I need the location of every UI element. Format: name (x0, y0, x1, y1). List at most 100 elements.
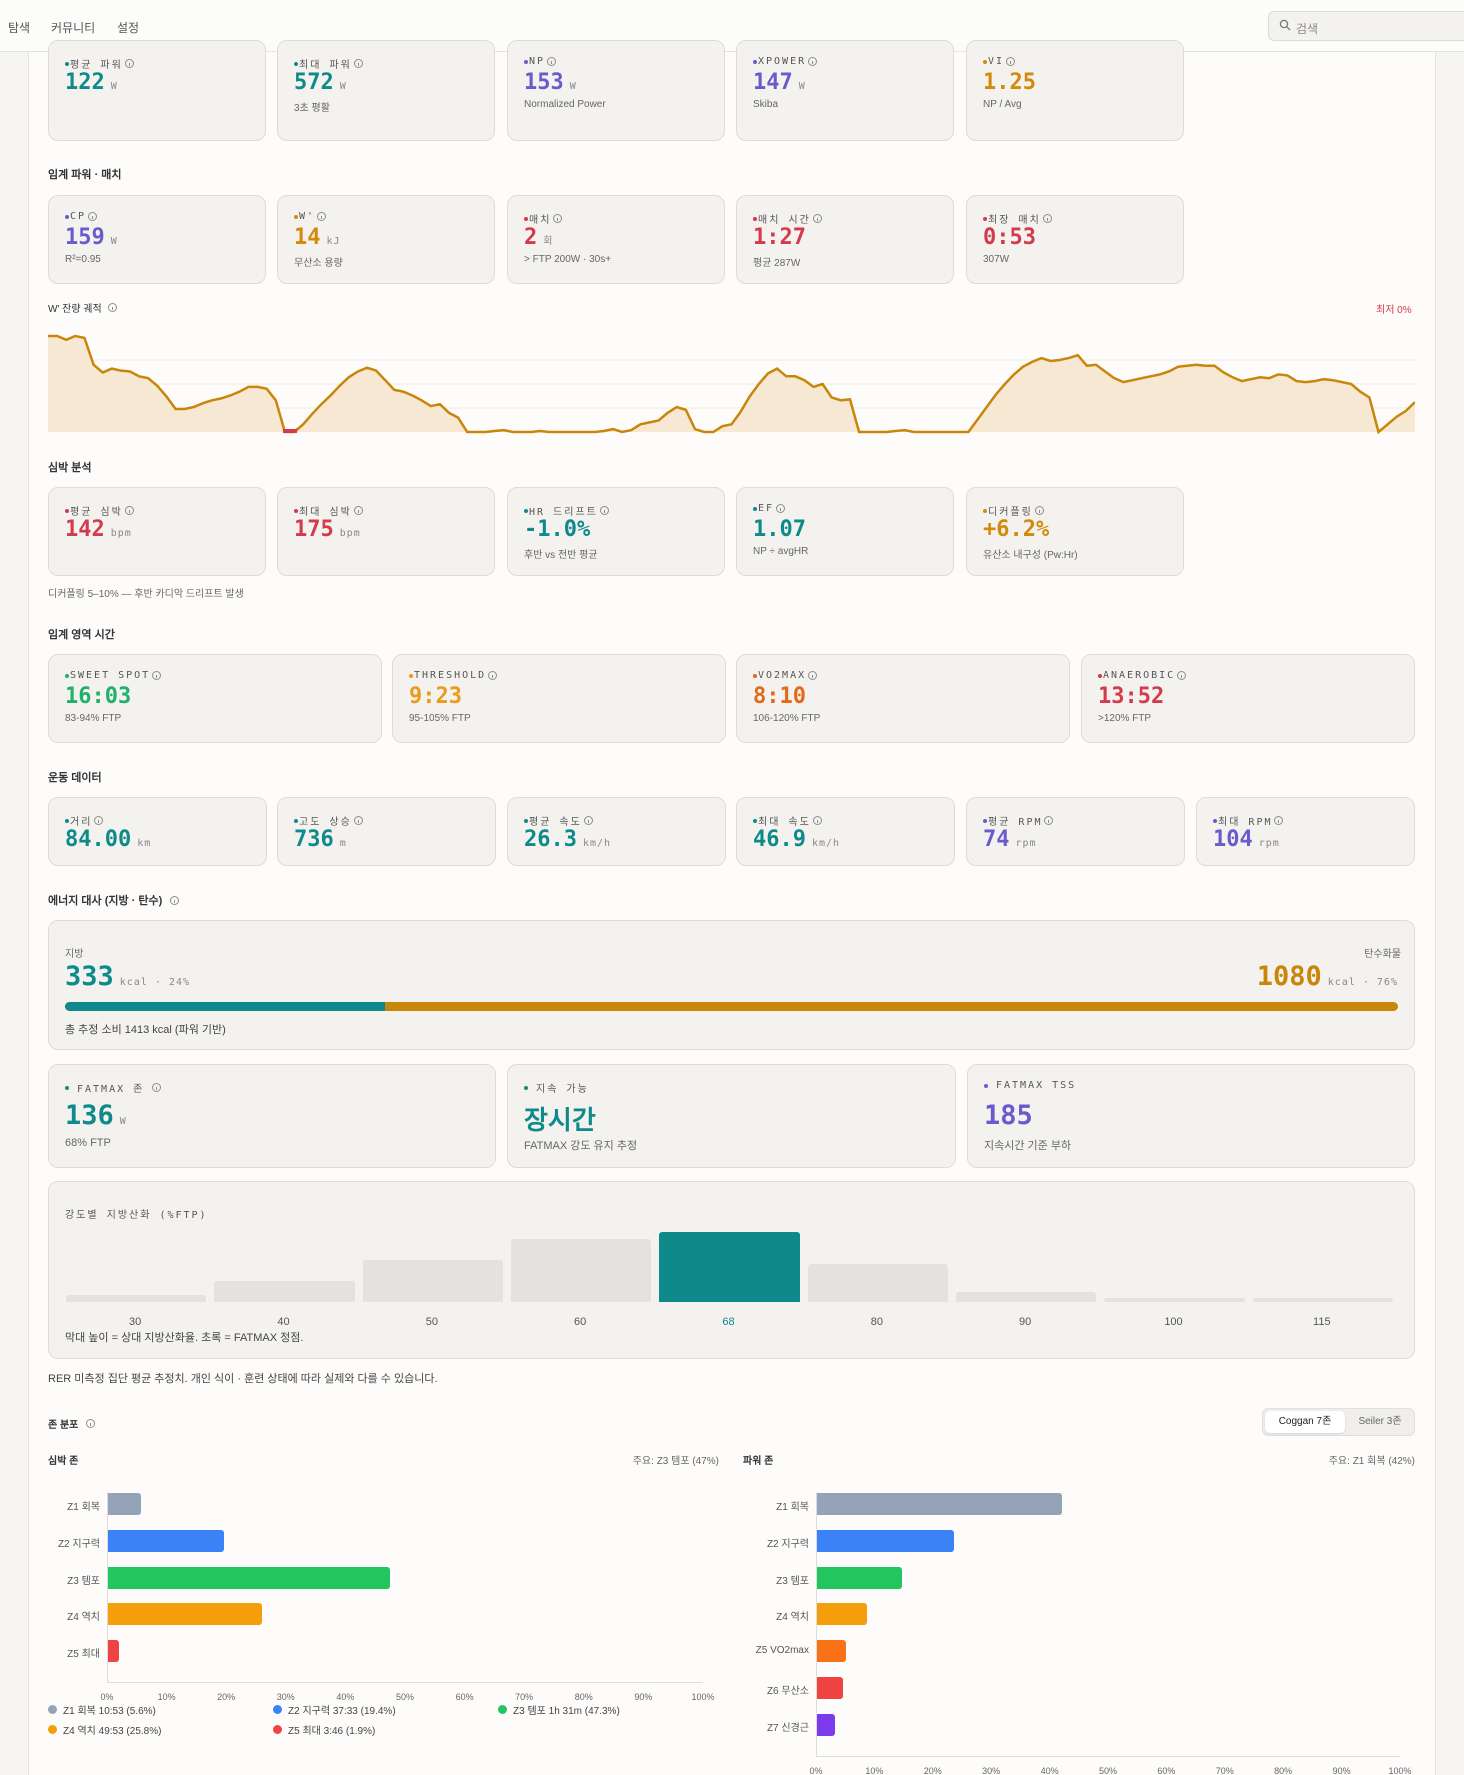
metric-label: XPOWER (753, 56, 818, 67)
metric-number: 74 (983, 827, 1010, 852)
info-icon[interactable] (1274, 816, 1284, 825)
info-icon[interactable] (86, 1419, 96, 1428)
wbal-chart (48, 334, 1415, 434)
legend-item: Z2 지구력 37:33 (19.4%) (273, 1702, 396, 1717)
info-icon[interactable] (353, 59, 363, 68)
metric-label: THRESHOLD (409, 670, 498, 681)
info-icon[interactable] (488, 671, 498, 680)
metric-label: ANAEROBIC (1098, 670, 1187, 681)
metric-label: 매치 (524, 211, 563, 226)
search-icon (1279, 19, 1291, 31)
info-icon[interactable] (107, 303, 117, 312)
info-icon[interactable] (583, 816, 593, 825)
metric-value: 159 W (65, 225, 118, 250)
zone-label: Z3 템포 (776, 1575, 809, 1587)
oxidation-tick-label: 90 (1019, 1316, 1032, 1328)
workout-card: 고도 상승 736 m (277, 797, 496, 866)
metric-value: 1.25 (983, 70, 1036, 95)
info-icon[interactable] (808, 671, 818, 680)
toggle-seiler[interactable]: Seiler 3존 (1345, 1411, 1415, 1433)
status-dot (294, 214, 298, 219)
info-icon[interactable] (1177, 671, 1187, 680)
x-tick-label: 30% (982, 1765, 1001, 1775)
info-icon[interactable] (808, 57, 818, 66)
info-icon[interactable] (812, 214, 822, 223)
metric-label: 거리 (65, 813, 104, 828)
metric-value: 175 bpm (294, 517, 361, 542)
info-icon[interactable] (94, 816, 104, 825)
info-icon[interactable] (170, 895, 180, 905)
carb-value: 1080 kcal · 76% (1256, 961, 1398, 992)
info-icon[interactable] (317, 212, 327, 221)
info-icon[interactable] (353, 816, 363, 825)
metric-label: VI (983, 56, 1016, 67)
zone-time-card: SWEET SPOT 16:03 83-94% FTP (48, 654, 382, 743)
info-icon[interactable] (547, 57, 557, 66)
hr-card: 최대 심박 175 bpm (277, 487, 495, 576)
hr-card: EF 1.07 NP ÷ avgHR (736, 487, 954, 576)
metric-label: 디커플링 (983, 503, 1044, 518)
info-icon[interactable] (88, 212, 98, 221)
status-dot (65, 818, 69, 823)
legend-item: Z5 최대 3:46 (1.9%) (273, 1722, 375, 1737)
metric-subtext: 95-105% FTP (409, 713, 471, 724)
info-icon[interactable] (152, 1083, 162, 1092)
metric-number: 46.9 (753, 827, 806, 852)
legend-text: Z2 지구력 37:33 (19.4%) (288, 1706, 396, 1717)
zone-label: Z3 템포 (67, 1575, 100, 1587)
search-input[interactable]: 검색 (1268, 11, 1464, 41)
nav-community[interactable]: 커뮤니티 (51, 19, 95, 36)
metric-number: 2 (524, 225, 538, 250)
info-icon[interactable] (124, 59, 134, 68)
metric-label-text: 최대 심박 (299, 507, 352, 518)
metric-label: 매치 시간 (753, 211, 822, 226)
zone-label: Z4 역치 (776, 1612, 809, 1624)
info-icon[interactable] (124, 506, 134, 515)
wbal-title: W' 잔량 궤적 (48, 300, 117, 315)
status-dot (409, 673, 413, 678)
metric-label-text: SWEET SPOT (70, 670, 151, 681)
metric-value: 572 W (294, 70, 347, 95)
info-icon[interactable] (1034, 506, 1044, 515)
info-icon[interactable] (353, 506, 363, 515)
metric-subtext: Normalized Power (524, 99, 606, 110)
info-icon[interactable] (599, 506, 609, 515)
metric-number: 122 (65, 70, 105, 95)
metric-label-text: EF (758, 503, 775, 514)
x-tick-label: 60% (455, 1692, 474, 1702)
status-dot (65, 508, 69, 513)
legend-text: Z1 회복 10:53 (5.6%) (63, 1706, 156, 1717)
x-axis-line (107, 1682, 703, 1683)
metric-subtext: 83-94% FTP (65, 713, 122, 724)
metric-unit: bpm (110, 528, 132, 539)
zone-time-card: ANAEROBIC 13:52 >120% FTP (1081, 654, 1415, 743)
metric-label-text: 매치 시간 (758, 215, 811, 226)
info-icon[interactable] (553, 214, 563, 223)
metric-value: 84.00 km (65, 827, 151, 852)
nav-settings[interactable]: 설정 (117, 19, 139, 36)
info-icon[interactable] (1006, 57, 1016, 66)
metric-label-text: 최장 매치 (988, 215, 1041, 226)
metric-number: 8:10 (753, 684, 806, 709)
info-icon[interactable] (776, 504, 786, 513)
info-icon[interactable] (1044, 816, 1054, 825)
metric-subtext: 무산소 용량 (294, 258, 343, 269)
metric-subtext: R²=0.95 (65, 254, 101, 265)
info-icon[interactable] (1042, 214, 1052, 223)
status-dot (294, 61, 298, 66)
info-icon[interactable] (152, 671, 162, 680)
x-tick-label: 80% (1274, 1765, 1293, 1775)
nav-explore[interactable]: 탐색 (8, 19, 30, 36)
x-tick-label: 10% (865, 1765, 884, 1775)
info-icon[interactable] (812, 816, 822, 825)
zone-label: Z2 지구력 (766, 1538, 809, 1550)
oxidation-title: 강도별 지방산화 (%FTP) (65, 1210, 208, 1221)
power-card: VI 1.25 NP / Avg (966, 40, 1184, 141)
metric-value: 1:27 (753, 225, 806, 250)
toggle-coggan[interactable]: Coggan 7존 (1265, 1411, 1345, 1433)
metric-label-text: 최대 속도 (758, 817, 811, 828)
zone-label: Z5 VO2max (755, 1645, 809, 1657)
zone-label: Z1 회복 (67, 1502, 100, 1513)
x-tick-label: 100% (1388, 1765, 1412, 1775)
x-tick-label: 20% (923, 1765, 942, 1775)
